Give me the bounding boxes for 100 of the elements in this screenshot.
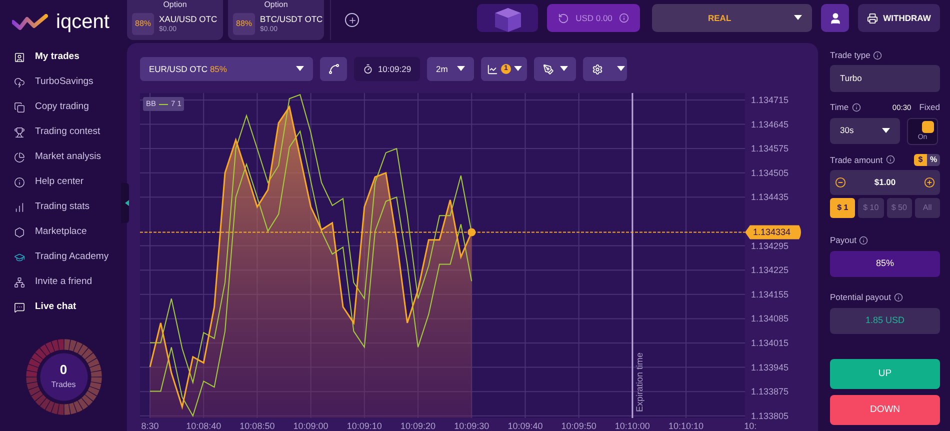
info-icon xyxy=(619,13,630,23)
potential-payout-display: 1.85 USD xyxy=(830,308,940,334)
mode-toggle[interactable]: $ xyxy=(914,154,927,166)
fixed-label: Fixed xyxy=(919,100,940,114)
sidebar-item[interactable]: Copy trading xyxy=(0,95,93,120)
trade-type-field[interactable]: Turbo xyxy=(830,64,940,92)
caret-icon xyxy=(296,66,304,72)
chart-line-icon xyxy=(487,64,498,74)
info-icon xyxy=(859,236,868,246)
nav-icon xyxy=(14,52,25,63)
sidebar-item[interactable]: Trading stats xyxy=(0,195,94,220)
toggle-knob xyxy=(922,120,934,132)
refresh-icon xyxy=(558,12,569,24)
sidebar-item[interactable]: Marketplace xyxy=(0,220,91,245)
payout-display: 85% xyxy=(830,251,940,277)
printer-icon xyxy=(867,12,878,24)
axis-label: 10:08:50 xyxy=(240,421,275,431)
axis-label: 10:08:40 xyxy=(186,421,222,431)
sidebar-item[interactable]: My trades xyxy=(0,45,84,70)
axis-label: 1.134435 xyxy=(751,192,789,202)
axis-label: 1.133875 xyxy=(751,386,789,397)
field-label: Time xyxy=(830,100,861,114)
user-icon xyxy=(828,12,842,24)
nav-icon xyxy=(14,277,25,288)
amount-preset[interactable]: $ 1 xyxy=(830,198,856,218)
axis-label: 10:09:50 xyxy=(561,421,596,431)
info-icon xyxy=(852,102,861,112)
pen-icon xyxy=(543,64,554,74)
nav-icon xyxy=(14,302,25,313)
info-icon xyxy=(886,155,895,164)
payout-badge: 88% xyxy=(233,13,256,35)
axis-label: 10:09:20 xyxy=(400,421,436,431)
caret-icon xyxy=(794,15,802,21)
sidebar-item[interactable]: Market analysis xyxy=(0,145,105,170)
plus-icon xyxy=(348,16,356,24)
indicators-button[interactable] xyxy=(320,57,347,81)
field-label: Potential payout xyxy=(830,291,940,304)
tab-header: Option xyxy=(263,0,289,10)
timeframe-select[interactable]: 2m xyxy=(427,57,474,81)
profile-button[interactable] xyxy=(821,4,849,32)
axis-label: 1.134505 xyxy=(751,168,789,178)
down-button[interactable]: DOWN xyxy=(830,394,940,425)
sidebar-item[interactable]: Trading contest xyxy=(0,120,104,145)
amount-field[interactable]: $1.00 xyxy=(830,170,940,196)
info-icon xyxy=(894,292,903,302)
collapse-tab[interactable] xyxy=(121,183,129,223)
field-label: Trade type xyxy=(830,49,940,62)
mode-toggle[interactable]: % xyxy=(927,154,940,166)
axis-label: 1.134575 xyxy=(751,144,789,154)
axis-label: 1.134295 xyxy=(751,240,789,251)
logo-icon xyxy=(12,14,48,30)
axis-label: 1.134155 xyxy=(751,289,789,300)
sidebar-item[interactable]: TurboSavings xyxy=(0,70,98,95)
ref-line-label: 1.134334 xyxy=(753,227,791,238)
axis-label: 10:10:00 xyxy=(614,421,650,431)
trades-count: 0 xyxy=(60,363,68,376)
sidebar-item[interactable]: Help center xyxy=(0,170,88,195)
info-icon xyxy=(873,50,882,60)
nav-icon xyxy=(14,77,25,88)
tab-header: Option xyxy=(162,0,188,10)
nav-icon xyxy=(14,127,25,138)
axis-label: 10:09:00 xyxy=(293,421,328,431)
time-select[interactable]: 30s xyxy=(830,118,900,144)
axis-label: 1.134715 xyxy=(751,94,789,105)
trades-label: Trades xyxy=(51,379,76,391)
expiration-label: Expiration time xyxy=(634,352,644,412)
clock-display: 10:09:29 xyxy=(354,57,420,81)
nav-icon xyxy=(14,227,25,238)
axis-label: 1.134225 xyxy=(751,265,789,276)
minus-icon[interactable] xyxy=(835,177,846,188)
curve-icon xyxy=(328,63,340,75)
nav-icon xyxy=(14,152,25,163)
nav-icon xyxy=(14,102,25,113)
mystery-box-button[interactable] xyxy=(477,4,538,32)
add-tab-button[interactable] xyxy=(345,13,359,27)
current-price-dot xyxy=(468,228,476,236)
payout-badge: 88% xyxy=(132,13,154,35)
logo-text: iqcent xyxy=(56,12,110,32)
axis-label: 1.133945 xyxy=(751,362,789,372)
price-tag: 1.134334 xyxy=(745,225,801,240)
triangle-icon xyxy=(125,200,129,206)
settings-icon xyxy=(592,64,603,74)
caret-icon xyxy=(514,66,522,72)
sidebar-item[interactable]: Trading Academy xyxy=(0,245,113,270)
drawing-tools-button[interactable] xyxy=(534,57,576,81)
withdraw-button[interactable]: WITHDRAW xyxy=(858,4,940,32)
sidebar-item[interactable]: Live chat xyxy=(0,295,80,320)
asset-select[interactable]: EUR/USD OTC 85% xyxy=(140,57,313,81)
chart-settings-button[interactable] xyxy=(583,57,627,81)
caret-icon xyxy=(617,66,625,72)
field-label: Trade amount xyxy=(830,154,895,166)
axis-label: 10:09:30 xyxy=(454,421,490,431)
axis-label: 10: xyxy=(744,421,757,431)
account-select[interactable]: REAL xyxy=(652,4,812,32)
sidebar-item[interactable]: Invite a friend xyxy=(0,270,96,295)
cube-icon xyxy=(492,6,522,32)
nav-icon xyxy=(14,252,25,263)
axis-label: 10:09:10 xyxy=(346,421,382,431)
axis-label: 1.134015 xyxy=(751,338,789,348)
plus-icon[interactable] xyxy=(924,177,935,188)
